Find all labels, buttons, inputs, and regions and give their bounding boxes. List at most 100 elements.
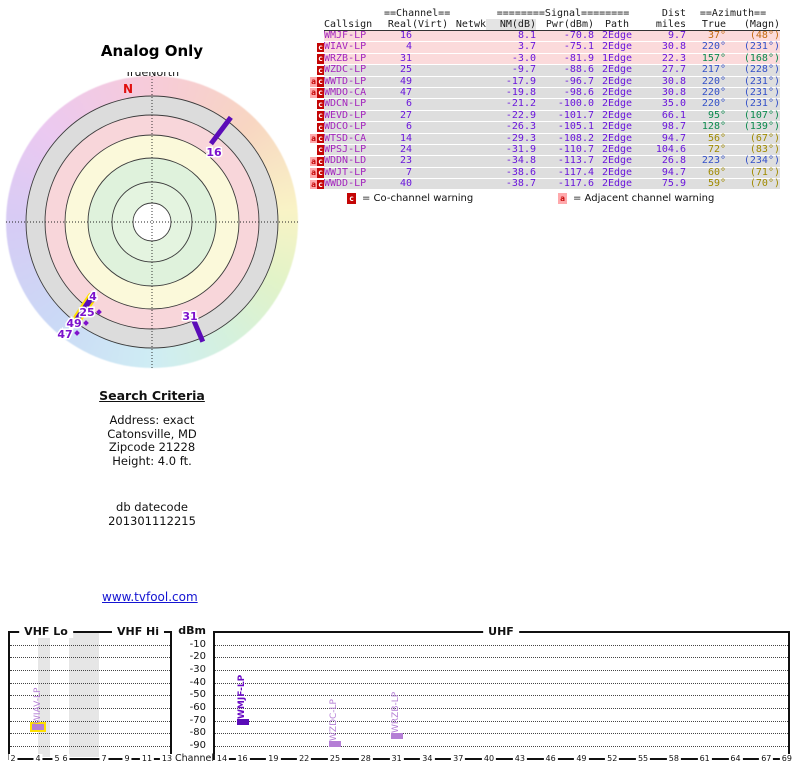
db-datecode-value: 201301112215 — [108, 513, 196, 528]
azimuth-magnetic-cell: (71°) — [726, 167, 780, 179]
warning-flags-cell: ac — [310, 168, 324, 178]
table-row: c WRZB-LP 31 -3.0 -81.9 1Edge 22.3 157° (168°) — [310, 53, 784, 65]
co-channel-warning-badge: c — [317, 168, 324, 178]
warning-flags-cell: c — [310, 42, 324, 53]
power-cell: -70.8 — [536, 30, 594, 42]
real-channel-cell: 23 — [384, 155, 412, 167]
azimuth-true-cell: 60° — [686, 167, 726, 179]
warning-flags-cell: ac — [310, 156, 324, 167]
col-header-virt: (Virt) — [412, 19, 449, 31]
search-address: Address: exact — [109, 413, 195, 427]
adjacent-channel-badge: a — [558, 193, 567, 204]
path-cell: 2Edge — [594, 30, 640, 42]
adjacent-warning-badge: a — [310, 179, 317, 190]
real-channel-cell: 6 — [384, 121, 412, 133]
virtual-channel-cell — [412, 42, 446, 53]
channel-tick-label: 6 — [60, 754, 70, 763]
distance-cell: 66.1 — [640, 110, 686, 122]
virtual-channel-cell — [412, 133, 446, 144]
azimuth-magnetic-cell: (234°) — [726, 155, 780, 167]
path-cell: 1Edge — [594, 53, 640, 65]
gridline — [215, 669, 788, 671]
radar-marker-label: 16 — [206, 146, 222, 159]
virtual-channel-cell — [412, 122, 446, 133]
warning-flags-cell: c — [310, 111, 324, 121]
station-label: WMJF-LP — [237, 674, 248, 719]
station-bar — [390, 732, 403, 739]
channel-tick-label: 52 — [605, 754, 620, 763]
warning-flags-cell: ac — [310, 133, 324, 144]
warning-flags-cell: c — [310, 65, 324, 76]
azimuth-true-cell: 220° — [686, 87, 726, 99]
distance-cell: 30.8 — [640, 87, 686, 99]
network-cell — [446, 53, 486, 65]
adjacent-warning-badge: a — [310, 77, 317, 87]
co-channel-warning-badge: c — [317, 54, 324, 64]
power-cell: -117.4 — [536, 167, 594, 179]
adjacent-channel-legend: a = Adjacent channel warning — [558, 193, 714, 204]
network-cell — [446, 87, 486, 99]
network-cell — [446, 179, 486, 190]
distance-cell: 94.7 — [640, 133, 686, 144]
distance-cell: 104.6 — [640, 144, 686, 156]
real-channel-cell: 49 — [384, 76, 412, 87]
channel-tick-label: 16 — [235, 754, 250, 763]
callsign-cell: WPSJ-LP — [324, 144, 384, 156]
azimuth-true-cell: 223° — [686, 155, 726, 167]
azimuth-true-cell: 220° — [686, 76, 726, 87]
channel-tick-label: 37 — [451, 754, 466, 763]
distance-cell: 98.7 — [640, 121, 686, 133]
search-height: Height: 4.0 ft. — [112, 453, 192, 468]
gridline — [10, 746, 170, 748]
network-cell — [446, 167, 486, 179]
path-cell: 2Edge — [594, 121, 640, 133]
azimuth-magnetic-cell: (231°) — [726, 76, 780, 87]
azimuth-magnetic-cell: (107°) — [726, 110, 780, 122]
station-bar — [236, 718, 249, 725]
search-criteria-title: Search Criteria — [99, 388, 205, 403]
callsign-cell: WWDD-LP — [324, 178, 384, 190]
distance-cell: 30.8 — [640, 41, 686, 53]
network-cell — [446, 133, 486, 144]
virtual-channel-cell — [412, 53, 446, 65]
channel-tick-label: 22 — [297, 754, 312, 763]
noise-margin-cell: 8.1 — [486, 30, 536, 42]
azimuth-magnetic-cell: (231°) — [726, 87, 780, 99]
callsign-cell: WTSD-CA — [324, 133, 384, 144]
azimuth-magnetic-cell: (83°) — [726, 144, 780, 156]
azimuth-magnetic-cell: (139°) — [726, 121, 780, 133]
channel-tick-label: 43 — [512, 754, 527, 763]
co-channel-warning-badge: c — [317, 179, 324, 190]
true-north-label: TrueNorth — [124, 72, 179, 79]
azimuth-magnetic-cell: (231°) — [726, 98, 780, 110]
dbm-tick-label: -40 — [189, 676, 206, 688]
power-cell: -100.0 — [536, 98, 594, 110]
azimuth-magnetic-cell: (48°) — [726, 30, 780, 42]
network-cell — [446, 99, 486, 110]
channel-tick-label: 11 — [139, 754, 155, 763]
real-channel-cell: 6 — [384, 98, 412, 110]
co-channel-warning-badge: c — [317, 65, 324, 76]
table-group-header-row: ==Channel== ========Signal======== Dist … — [310, 8, 784, 19]
radar-marker-label: 31 — [182, 310, 197, 323]
vhf-hi-band-label: VHF Hi — [111, 625, 165, 638]
distance-cell: 22.3 — [640, 53, 686, 65]
table-row: a c WMDO-CA 47 -19.8 -98.6 2Edge 30.8 220° (231°) — [310, 87, 784, 99]
distance-cell: 27.7 — [640, 64, 686, 76]
distance-cell: 26.8 — [640, 155, 686, 167]
table-row: c WPSJ-LP 24 -31.9 -110.7 2Edge 104.6 72° (83°) — [310, 144, 784, 156]
callsign-cell: WRZB-LP — [324, 53, 384, 65]
virtual-channel-cell — [412, 110, 446, 122]
co-channel-warning-badge: c — [317, 122, 324, 133]
real-channel-cell: 27 — [384, 110, 412, 122]
table-row: a c WTSD-CA 14 -29.3 -108.2 2Edge 94.7 56° (67°) — [310, 133, 784, 144]
callsign-cell: WMDO-CA — [324, 87, 384, 99]
station-bar — [328, 741, 341, 748]
azimuth-magnetic-cell: (168°) — [726, 53, 780, 65]
noise-margin-cell: -29.3 — [486, 133, 536, 144]
azimuth-magnetic-cell: (231°) — [726, 41, 780, 53]
tvfool-report: Analog Only TrueNorth N 16 31 4 25 49 47 ==Ch… — [0, 0, 800, 768]
path-cell: 2Edge — [594, 98, 640, 110]
tvfool-link[interactable]: www.tvfool.com — [102, 590, 198, 604]
gridline — [215, 707, 788, 709]
